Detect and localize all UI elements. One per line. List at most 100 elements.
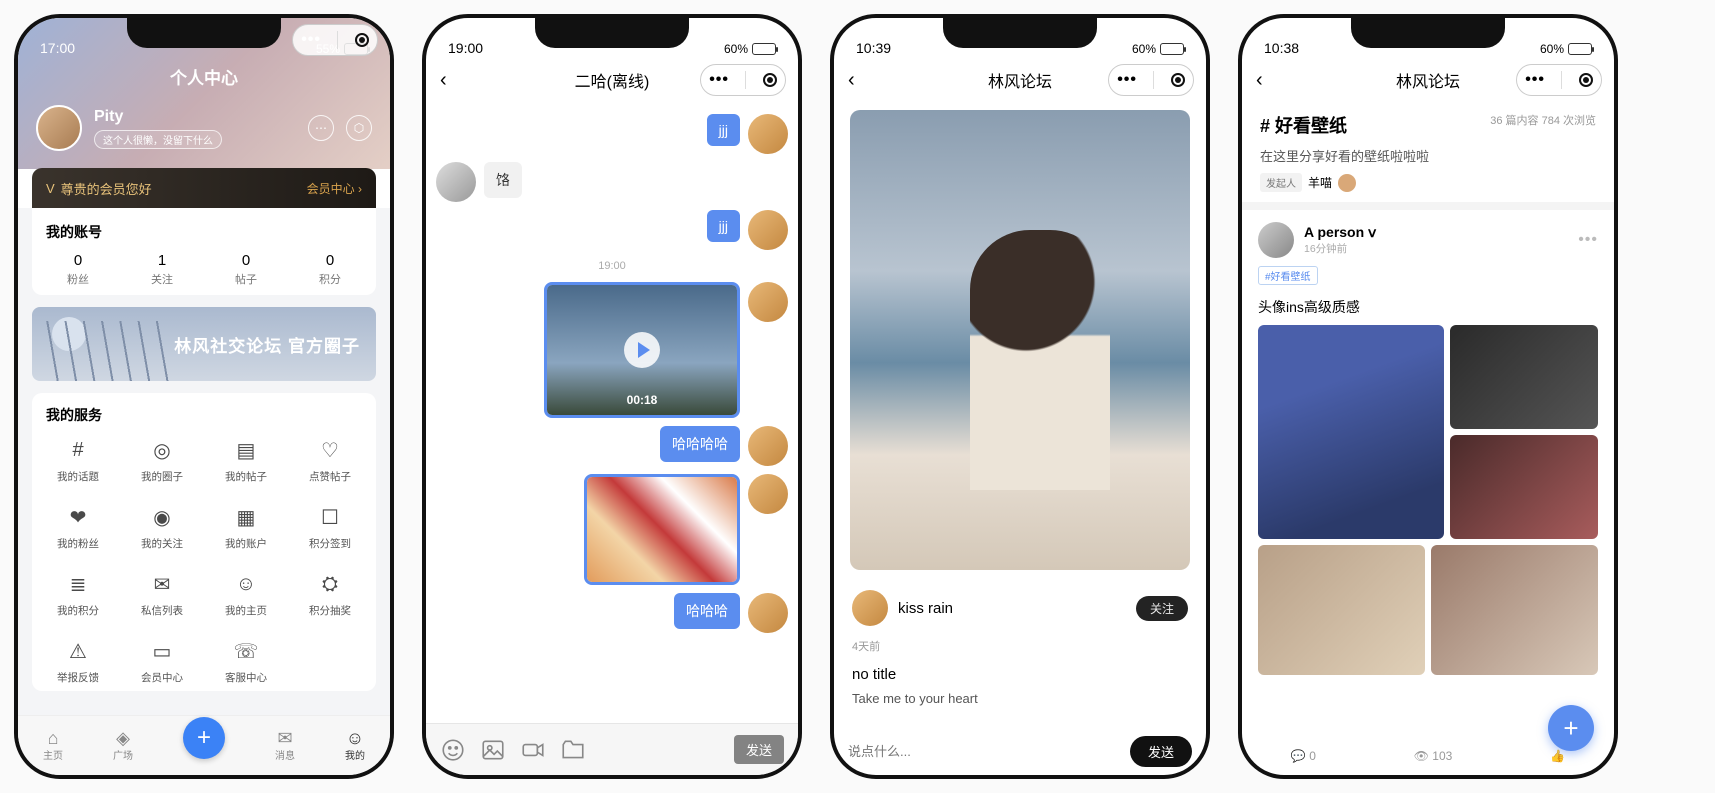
- comment-input[interactable]: [848, 744, 1120, 759]
- service-icon: ⚠: [63, 636, 93, 666]
- more-icon[interactable]: •••: [1578, 231, 1598, 249]
- service-icon: #: [63, 435, 93, 465]
- views-count: 👁 103: [1414, 749, 1453, 763]
- chat-input-bar: 发送: [426, 723, 798, 775]
- close-target-icon[interactable]: [355, 33, 369, 47]
- official-circle-banner[interactable]: 林风社交论坛 官方圈子: [32, 307, 376, 381]
- chat-message[interactable]: 哈哈哈: [436, 593, 788, 633]
- service-icon: ≣: [63, 569, 93, 599]
- service-item[interactable]: ▦我的账户: [204, 502, 288, 551]
- emoji-icon[interactable]: [440, 737, 466, 763]
- topic-title: # 好看壁纸 36 篇内容 784 次浏览: [1260, 112, 1596, 138]
- stat-points[interactable]: 0积分: [288, 252, 372, 287]
- service-item[interactable]: ☐积分签到: [288, 502, 372, 551]
- chat-message[interactable]: 哈哈哈哈: [436, 426, 788, 466]
- service-item[interactable]: ✉私信列表: [120, 569, 204, 618]
- service-icon: ◉: [147, 502, 177, 532]
- service-icon: ☺: [231, 569, 261, 599]
- mini-program-capsule[interactable]: •••: [292, 24, 378, 56]
- service-icon: ▤: [231, 435, 261, 465]
- post-image[interactable]: [850, 110, 1190, 570]
- page-title: 个人中心: [18, 58, 390, 99]
- phone-profile: 17:00 55% 个人中心 ••• Pity 这个人很懒，没留下什么 ⋯ ⬡ …: [14, 14, 394, 779]
- user-name: Pity: [94, 108, 222, 126]
- avatar[interactable]: [36, 105, 82, 151]
- service-item[interactable]: ≣我的积分: [36, 569, 120, 618]
- compose-fab[interactable]: +: [183, 717, 225, 759]
- post-topic-tag[interactable]: #好看壁纸: [1258, 266, 1318, 285]
- stat-fans[interactable]: 0粉丝: [36, 252, 120, 287]
- back-icon[interactable]: ‹: [1256, 69, 1263, 92]
- post-image-grid: [1242, 325, 1614, 539]
- service-icon: ◎: [147, 435, 177, 465]
- phone-post-detail: 10:39 60% ‹ 林风论坛 ••• kiss rain 关注 4天前 no…: [830, 14, 1210, 779]
- chat-message[interactable]: 饹: [436, 162, 788, 202]
- stat-posts[interactable]: 0帖子: [204, 252, 288, 287]
- page-title: 林风论坛: [988, 68, 1052, 92]
- service-item[interactable]: ▭会员中心: [120, 636, 204, 685]
- service-icon: ❤: [63, 502, 93, 532]
- status-time: 17:00: [40, 40, 75, 56]
- status-time: 10:39: [856, 40, 891, 56]
- post-image[interactable]: [1258, 545, 1425, 675]
- tab-home[interactable]: ⌂主页: [43, 729, 63, 762]
- video-icon[interactable]: [520, 737, 546, 763]
- chat-message[interactable]: jjj: [436, 210, 788, 250]
- service-item[interactable]: ❤我的粉丝: [36, 502, 120, 551]
- chat-message[interactable]: jjj: [436, 114, 788, 154]
- service-item[interactable]: ▤我的帖子: [204, 435, 288, 484]
- like-button[interactable]: 👍: [1550, 749, 1565, 763]
- comments-count[interactable]: 💬 0: [1291, 749, 1316, 763]
- post-time: 4天前: [834, 638, 1206, 660]
- service-item[interactable]: ⚠举报反馈: [36, 636, 120, 685]
- service-icon: ☐: [315, 502, 345, 532]
- author-avatar[interactable]: [852, 590, 888, 626]
- vip-banner[interactable]: V 尊贵的会员您好 会员中心 ›: [32, 168, 376, 208]
- tab-messages[interactable]: ✉消息: [275, 729, 295, 762]
- service-item[interactable]: ☺我的主页: [204, 569, 288, 618]
- post-image[interactable]: [1258, 325, 1444, 539]
- topic-description: 在这里分享好看的壁纸啦啦啦: [1260, 146, 1596, 165]
- tab-square[interactable]: ◈广场: [113, 729, 133, 762]
- post-image[interactable]: [1431, 545, 1598, 675]
- post-author[interactable]: A person ⅴ: [1304, 224, 1376, 241]
- status-time: 19:00: [448, 40, 483, 56]
- service-item[interactable]: ◎我的圈子: [120, 435, 204, 484]
- chat-icon[interactable]: ⋯: [308, 115, 334, 141]
- send-button[interactable]: 发送: [1130, 736, 1192, 767]
- file-icon[interactable]: [560, 737, 586, 763]
- post-action-bar: 💬 0 👁 103 👍: [1242, 749, 1614, 763]
- status-time: 10:38: [1264, 40, 1299, 56]
- tab-me[interactable]: ☺我的: [345, 729, 365, 762]
- post-author-avatar[interactable]: [1258, 222, 1294, 258]
- owner-avatar-icon: [1338, 174, 1356, 192]
- settings-icon[interactable]: ⬡: [346, 115, 372, 141]
- topic-owner[interactable]: 发起人 羊喵: [1260, 173, 1596, 192]
- compose-fab[interactable]: +: [1548, 705, 1594, 751]
- author-name[interactable]: kiss rain: [898, 600, 953, 617]
- service-item[interactable]: ☏客服中心: [204, 636, 288, 685]
- service-item[interactable]: ♡点赞帖子: [288, 435, 372, 484]
- back-icon[interactable]: ‹: [848, 69, 855, 92]
- send-button[interactable]: 发送: [734, 735, 784, 764]
- chat-video-message[interactable]: 00:18: [436, 282, 788, 418]
- account-section-title: 我的账号: [36, 222, 372, 242]
- post-image[interactable]: [1450, 325, 1598, 429]
- service-item[interactable]: ◉我的关注: [120, 502, 204, 551]
- back-icon[interactable]: ‹: [440, 69, 447, 92]
- topic-meta: 36 篇内容 784 次浏览: [1490, 112, 1596, 128]
- follow-button[interactable]: 关注: [1136, 596, 1188, 621]
- chat-image-message[interactable]: [436, 474, 788, 585]
- menu-dots-icon[interactable]: •••: [301, 31, 321, 49]
- time-separator: 19:00: [436, 260, 788, 272]
- stat-follows[interactable]: 1关注: [120, 252, 204, 287]
- page-title: 林风论坛: [1396, 68, 1460, 92]
- post-image[interactable]: [1450, 435, 1598, 539]
- service-icon: ▦: [231, 502, 261, 532]
- mini-program-capsule[interactable]: •••: [700, 64, 786, 96]
- image-icon[interactable]: [480, 737, 506, 763]
- service-icon: ☏: [231, 636, 261, 666]
- post-subtitle: Take me to your heart: [834, 689, 1206, 716]
- service-item[interactable]: #我的话题: [36, 435, 120, 484]
- service-item[interactable]: ⛭积分抽奖: [288, 569, 372, 618]
